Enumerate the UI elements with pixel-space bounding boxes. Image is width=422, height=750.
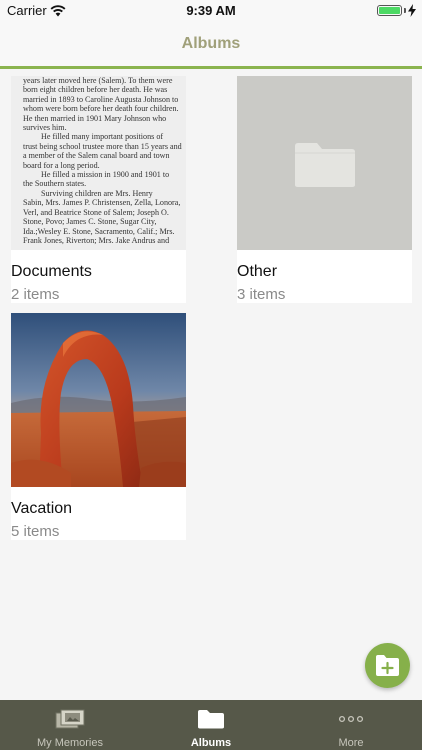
album-item-count: 5 items	[11, 523, 60, 540]
folder-icon	[295, 143, 355, 187]
tab-label: My Memories	[36, 737, 103, 749]
album-thumbnail-vacation	[11, 313, 186, 487]
battery-cap	[404, 8, 406, 13]
album-card-documents[interactable]: years later moved here (Salem). To them …	[11, 76, 186, 303]
page-title: Albums	[181, 35, 241, 52]
doc-line: born eight children before her death. He…	[23, 85, 168, 95]
status-bar: Carrier 9:39 AM	[0, 0, 422, 22]
memories-icon	[55, 709, 85, 729]
doc-line: Verl, and Beatrice Stone of Salem; Josep…	[23, 207, 169, 217]
tab-albums[interactable]: Albums	[141, 700, 281, 750]
document-scan-text: years later moved here (Salem). To them …	[23, 76, 183, 245]
tab-more[interactable]: More	[281, 700, 421, 750]
add-album-button[interactable]	[365, 643, 410, 688]
doc-line: Stone, Povo; James C. Stone, Sugar City,	[23, 217, 157, 227]
album-item-count: 3 items	[237, 286, 286, 303]
doc-line: a member of the Salem canal board and to…	[23, 151, 170, 161]
doc-line: He filled many important positions of	[41, 132, 164, 142]
tab-label: More	[338, 737, 364, 749]
tab-label: Albums	[190, 737, 232, 749]
doc-line: Ida.;Wesley E. Stone, Sacramento, Calif.…	[23, 226, 175, 236]
doc-line: married in 1893 to Caroline Augusta John…	[23, 94, 179, 104]
album-title: Documents	[11, 263, 92, 280]
album-thumbnail-documents: years later moved here (Salem). To them …	[11, 76, 186, 250]
tab-my-memories[interactable]: My Memories	[0, 700, 140, 750]
status-time: 9:39 AM	[186, 3, 236, 18]
doc-line: board for a long period.	[23, 160, 100, 170]
doc-line: Frank Jones, Riverton; Mrs. Jake Andrus …	[23, 235, 170, 245]
charging-bolt-icon	[408, 4, 416, 17]
doc-line: Sabin, Mrs. James P. Christensen, Zella,…	[23, 198, 181, 208]
tab-bar: My Memories Albums More	[0, 700, 422, 750]
album-title: Other	[237, 263, 278, 280]
folder-icon	[198, 710, 224, 729]
doc-line: trust being school trustee more than 15 …	[23, 141, 182, 151]
doc-line: He then married in 1901 Mary Johnson who	[23, 113, 167, 123]
add-folder-icon	[376, 655, 399, 676]
more-dots-icon	[338, 715, 364, 723]
battery-icon	[377, 5, 402, 16]
doc-line: the Southern states.	[23, 179, 87, 189]
albums-screen: Carrier 9:39 AM Albums years later moved…	[0, 0, 422, 750]
album-item-count: 2 items	[11, 286, 60, 303]
doc-line: whom were born before her death four chi…	[23, 104, 179, 114]
nav-accent-line	[0, 66, 422, 69]
album-thumbnail-other	[237, 76, 412, 250]
album-card-vacation[interactable]: Vacation 5 items	[11, 313, 186, 540]
doc-line: years later moved here (Salem). To them …	[23, 76, 173, 85]
doc-line: survives him.	[23, 123, 67, 133]
album-card-other[interactable]: Other 3 items	[237, 76, 412, 303]
arch-photo	[11, 313, 186, 487]
album-title: Vacation	[11, 500, 73, 517]
doc-line: Surviving children are Mrs. Henry	[41, 188, 153, 198]
doc-line: He filled a mission in 1900 and 1901 to	[41, 170, 170, 180]
navigation-bar: Albums	[0, 22, 422, 66]
